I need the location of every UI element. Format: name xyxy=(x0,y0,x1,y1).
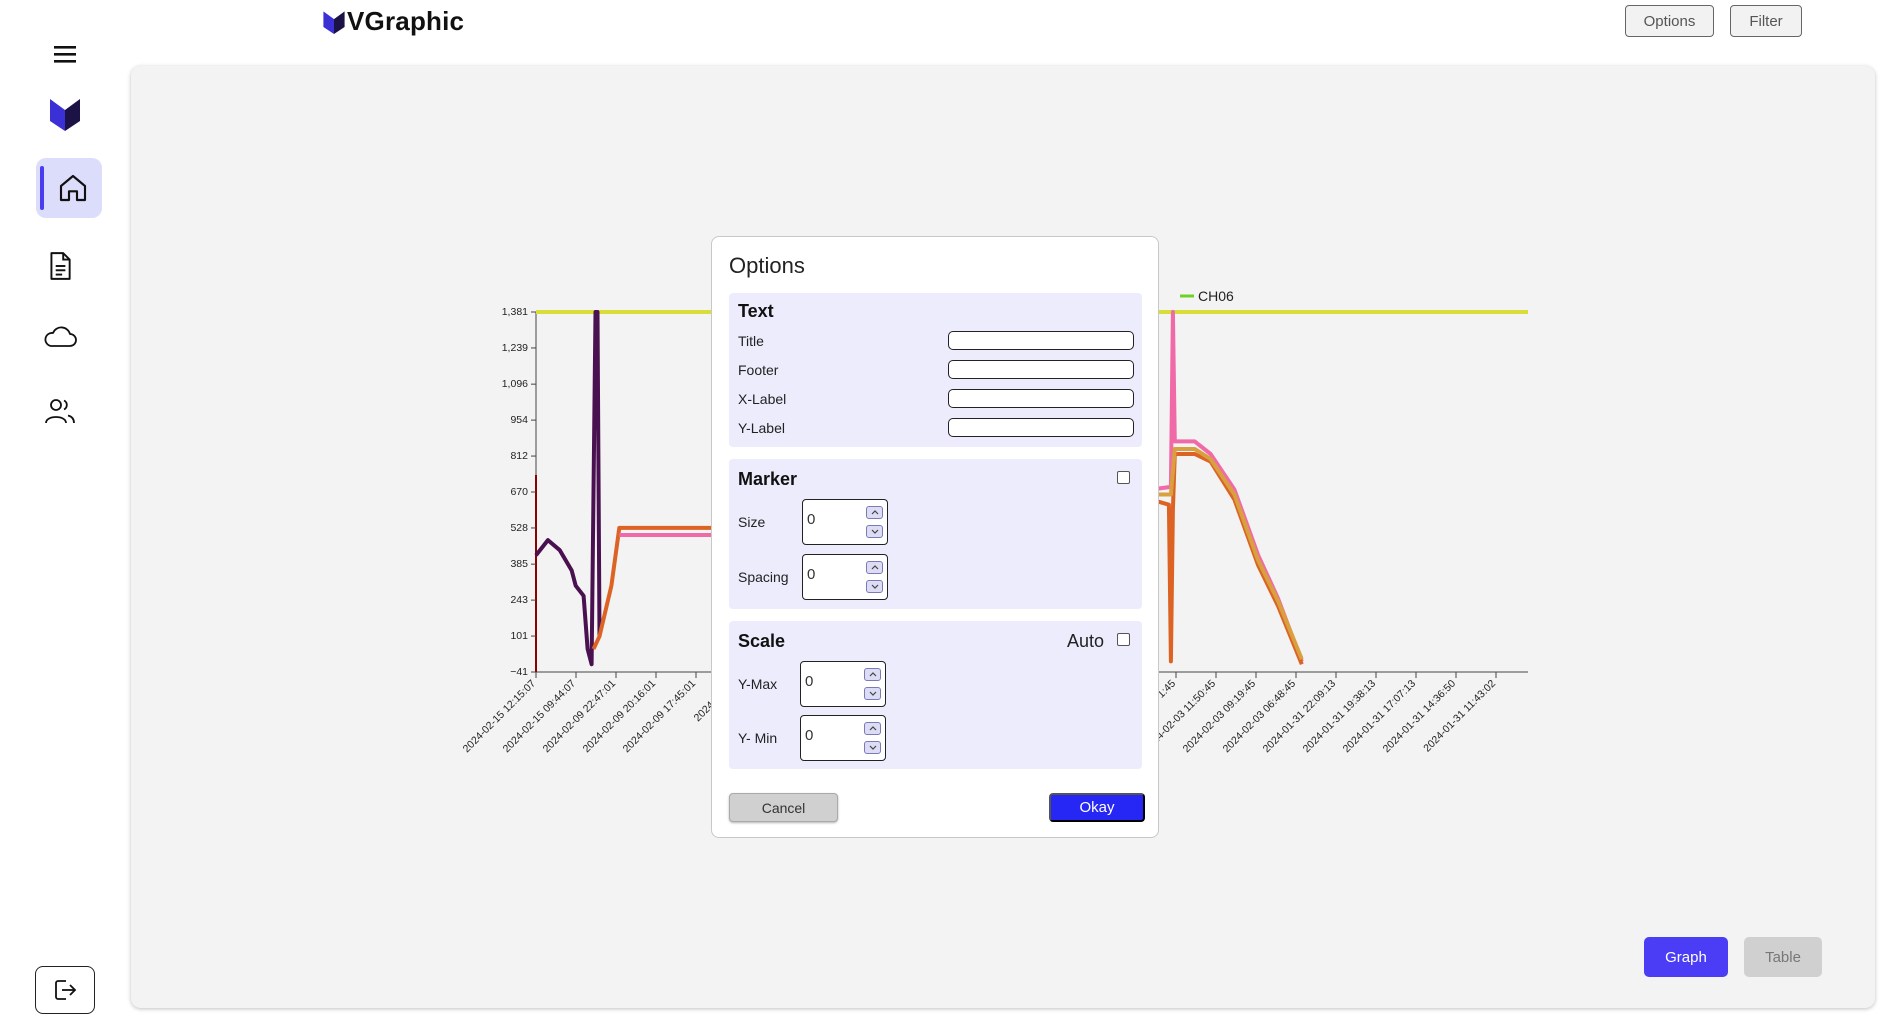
ymin-value: 0 xyxy=(805,727,814,744)
okay-button[interactable]: Okay xyxy=(1049,793,1145,822)
ymin-decrement-button[interactable] xyxy=(864,741,881,754)
y-tick-label: 1,381 xyxy=(502,306,528,318)
size-label: Size xyxy=(738,514,766,530)
y-tick-label: 954 xyxy=(510,414,528,426)
x-tick-label: 2024-02-15 09:44:07 xyxy=(501,678,579,756)
footer-input[interactable] xyxy=(948,360,1134,379)
ymax-stepper[interactable]: 0 xyxy=(800,661,886,707)
ymax-label: Y-Max xyxy=(738,676,778,692)
x-tick-label: 2024-02-09 20:16:01 xyxy=(581,678,659,756)
spacing-stepper[interactable]: 0 xyxy=(802,554,888,600)
marker-section: Marker Size 0 Spacing 0 xyxy=(729,459,1142,609)
size-value: 0 xyxy=(807,511,816,528)
graph-view-button[interactable]: Graph xyxy=(1644,937,1728,977)
chevron-up-icon xyxy=(871,565,878,570)
ymax-increment-button[interactable] xyxy=(864,668,881,681)
x-tick-label: 2024-01-31 17:07:13 xyxy=(1341,678,1419,756)
chevron-up-icon xyxy=(869,672,876,677)
chevron-down-icon xyxy=(869,745,876,750)
spacing-value: 0 xyxy=(807,566,816,583)
ymin-label: Y- Min xyxy=(738,730,778,746)
ymin-increment-button[interactable] xyxy=(864,722,881,735)
chevron-down-icon xyxy=(869,691,876,696)
text-section: Text Title Footer X-Label Y-Label xyxy=(729,293,1142,447)
size-stepper[interactable]: 0 xyxy=(802,499,888,545)
chevron-down-icon xyxy=(871,529,878,534)
options-dialog: Options Text Title Footer X-Label Y-Labe… xyxy=(711,236,1159,838)
ylabel-input[interactable] xyxy=(948,418,1134,437)
x-tick-label: 2024-01-31 11:43:02 xyxy=(1421,678,1498,755)
series-line xyxy=(534,310,602,667)
ylabel-label: Y-Label xyxy=(738,420,785,436)
scale-section: Scale Auto Y-Max 0 Y- Min 0 xyxy=(729,621,1142,769)
y-tick-label: 1,096 xyxy=(502,378,528,390)
text-section-heading: Text xyxy=(738,301,774,321)
x-tick-label: 2024-01-31 19:38:13 xyxy=(1301,678,1379,756)
ymax-decrement-button[interactable] xyxy=(864,687,881,700)
cancel-button[interactable]: Cancel xyxy=(729,793,838,822)
ymin-stepper[interactable]: 0 xyxy=(800,715,886,761)
ymax-value: 0 xyxy=(805,673,814,690)
spacing-decrement-button[interactable] xyxy=(866,580,883,593)
auto-scale-checkbox[interactable] xyxy=(1117,633,1130,646)
chevron-down-icon xyxy=(871,584,878,589)
y-tick-label: 528 xyxy=(510,522,528,534)
xlabel-input[interactable] xyxy=(948,389,1134,408)
y-tick-label: 243 xyxy=(510,594,528,606)
title-input[interactable] xyxy=(948,331,1134,350)
size-decrement-button[interactable] xyxy=(866,525,883,538)
x-tick-label: 2024-01-31 22:09:13 xyxy=(1261,678,1339,756)
y-tick-label: −41 xyxy=(510,666,528,678)
marker-checkbox[interactable] xyxy=(1117,471,1130,484)
dialog-title: Options xyxy=(729,253,805,278)
y-tick-label: 812 xyxy=(510,450,528,462)
spacing-label: Spacing xyxy=(738,569,789,585)
y-tick-label: 101 xyxy=(510,630,528,642)
x-tick-label: 2024-02-09 22:47:01 xyxy=(541,678,619,756)
size-increment-button[interactable] xyxy=(866,506,883,519)
table-view-button[interactable]: Table xyxy=(1744,937,1822,977)
legend-label: CH06 xyxy=(1198,288,1234,304)
y-tick-label: 670 xyxy=(510,486,528,498)
title-label: Title xyxy=(738,333,764,349)
auto-label: Auto xyxy=(1066,631,1104,651)
x-tick-label: 2024-01-31 14:36:50 xyxy=(1381,678,1459,756)
x-tick-label: 2024-02-03 09:19:45 xyxy=(1181,678,1259,756)
spacing-increment-button[interactable] xyxy=(866,561,883,574)
x-tick-label: 2024-02-09 17:45:01 xyxy=(621,678,699,756)
footer-label: Footer xyxy=(738,362,779,378)
xlabel-label: X-Label xyxy=(738,391,787,407)
marker-section-heading: Marker xyxy=(738,469,798,489)
scale-section-heading: Scale xyxy=(738,631,786,651)
y-tick-label: 1,239 xyxy=(502,342,528,354)
y-tick-label: 385 xyxy=(510,558,528,570)
chevron-up-icon xyxy=(871,510,878,515)
chevron-up-icon xyxy=(869,726,876,731)
x-tick-label: 2024-02-15 12:15:07 xyxy=(461,678,539,756)
x-tick-label: 2024-02-03 06:48:45 xyxy=(1221,678,1299,756)
